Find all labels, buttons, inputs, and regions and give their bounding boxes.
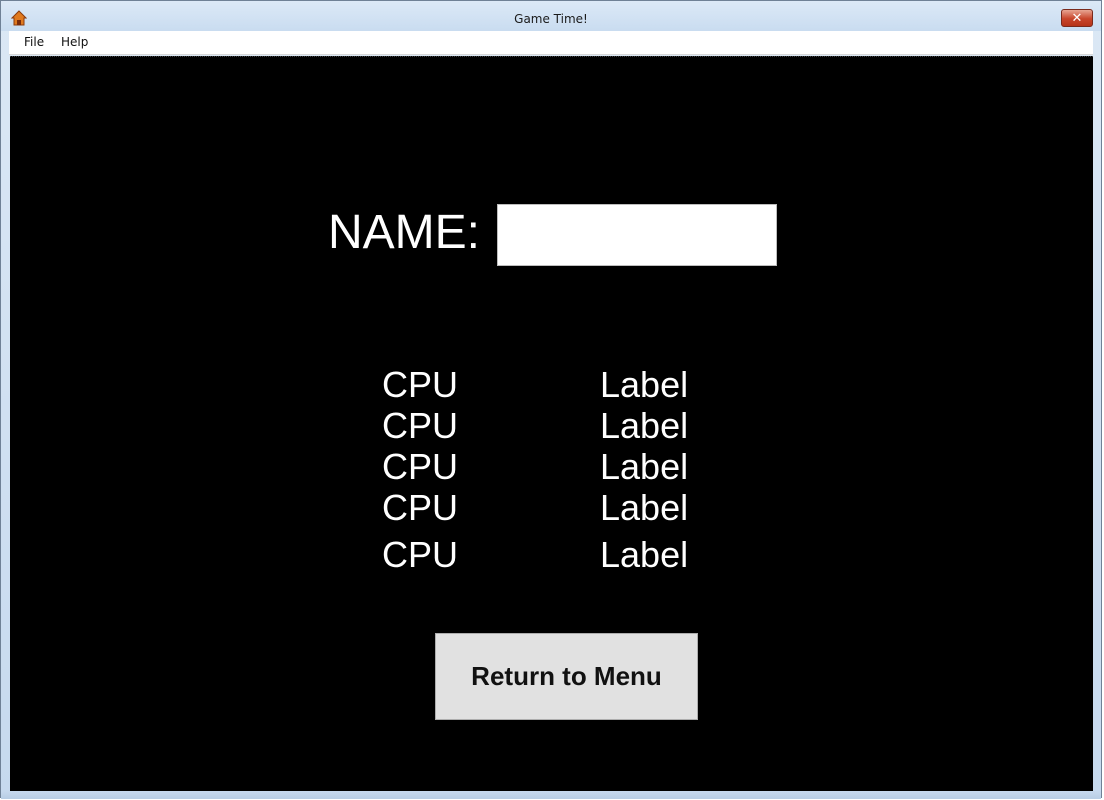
score-row: CPU Label <box>382 447 712 487</box>
score-row: CPU Label <box>382 488 712 528</box>
return-to-menu-button[interactable]: Return to Menu <box>435 633 698 720</box>
title-bar[interactable]: Game Time! ✕ <box>1 1 1101 31</box>
player-label: CPU <box>382 534 459 575</box>
close-icon: ✕ <box>1071 10 1083 26</box>
name-input[interactable] <box>497 204 777 266</box>
score-label: Label <box>600 446 689 487</box>
score-label: Label <box>600 534 689 575</box>
score-label: Label <box>600 487 689 528</box>
game-panel: NAME: CPU Label CPU Label CPU Label CPU … <box>10 56 1093 792</box>
player-label: CPU <box>382 487 459 528</box>
menu-help[interactable]: Help <box>61 35 88 49</box>
menu-file[interactable]: File <box>24 35 44 49</box>
menu-bar: File Help <box>9 31 1093 55</box>
name-label: NAME: <box>328 206 481 259</box>
score-label: Label <box>600 405 689 446</box>
score-row: CPU Label <box>382 535 712 575</box>
player-label: CPU <box>382 364 459 405</box>
window-title: Game Time! <box>514 12 588 26</box>
score-row: CPU Label <box>382 365 712 405</box>
app-window: Game Time! ✕ File Help NAME: CPU Label C… <box>0 0 1102 799</box>
player-label: CPU <box>382 446 459 487</box>
score-label: Label <box>600 364 689 405</box>
score-row: CPU Label <box>382 406 712 446</box>
window-bottom-border <box>1 791 1101 799</box>
player-label: CPU <box>382 405 459 446</box>
close-button[interactable]: ✕ <box>1061 9 1093 27</box>
